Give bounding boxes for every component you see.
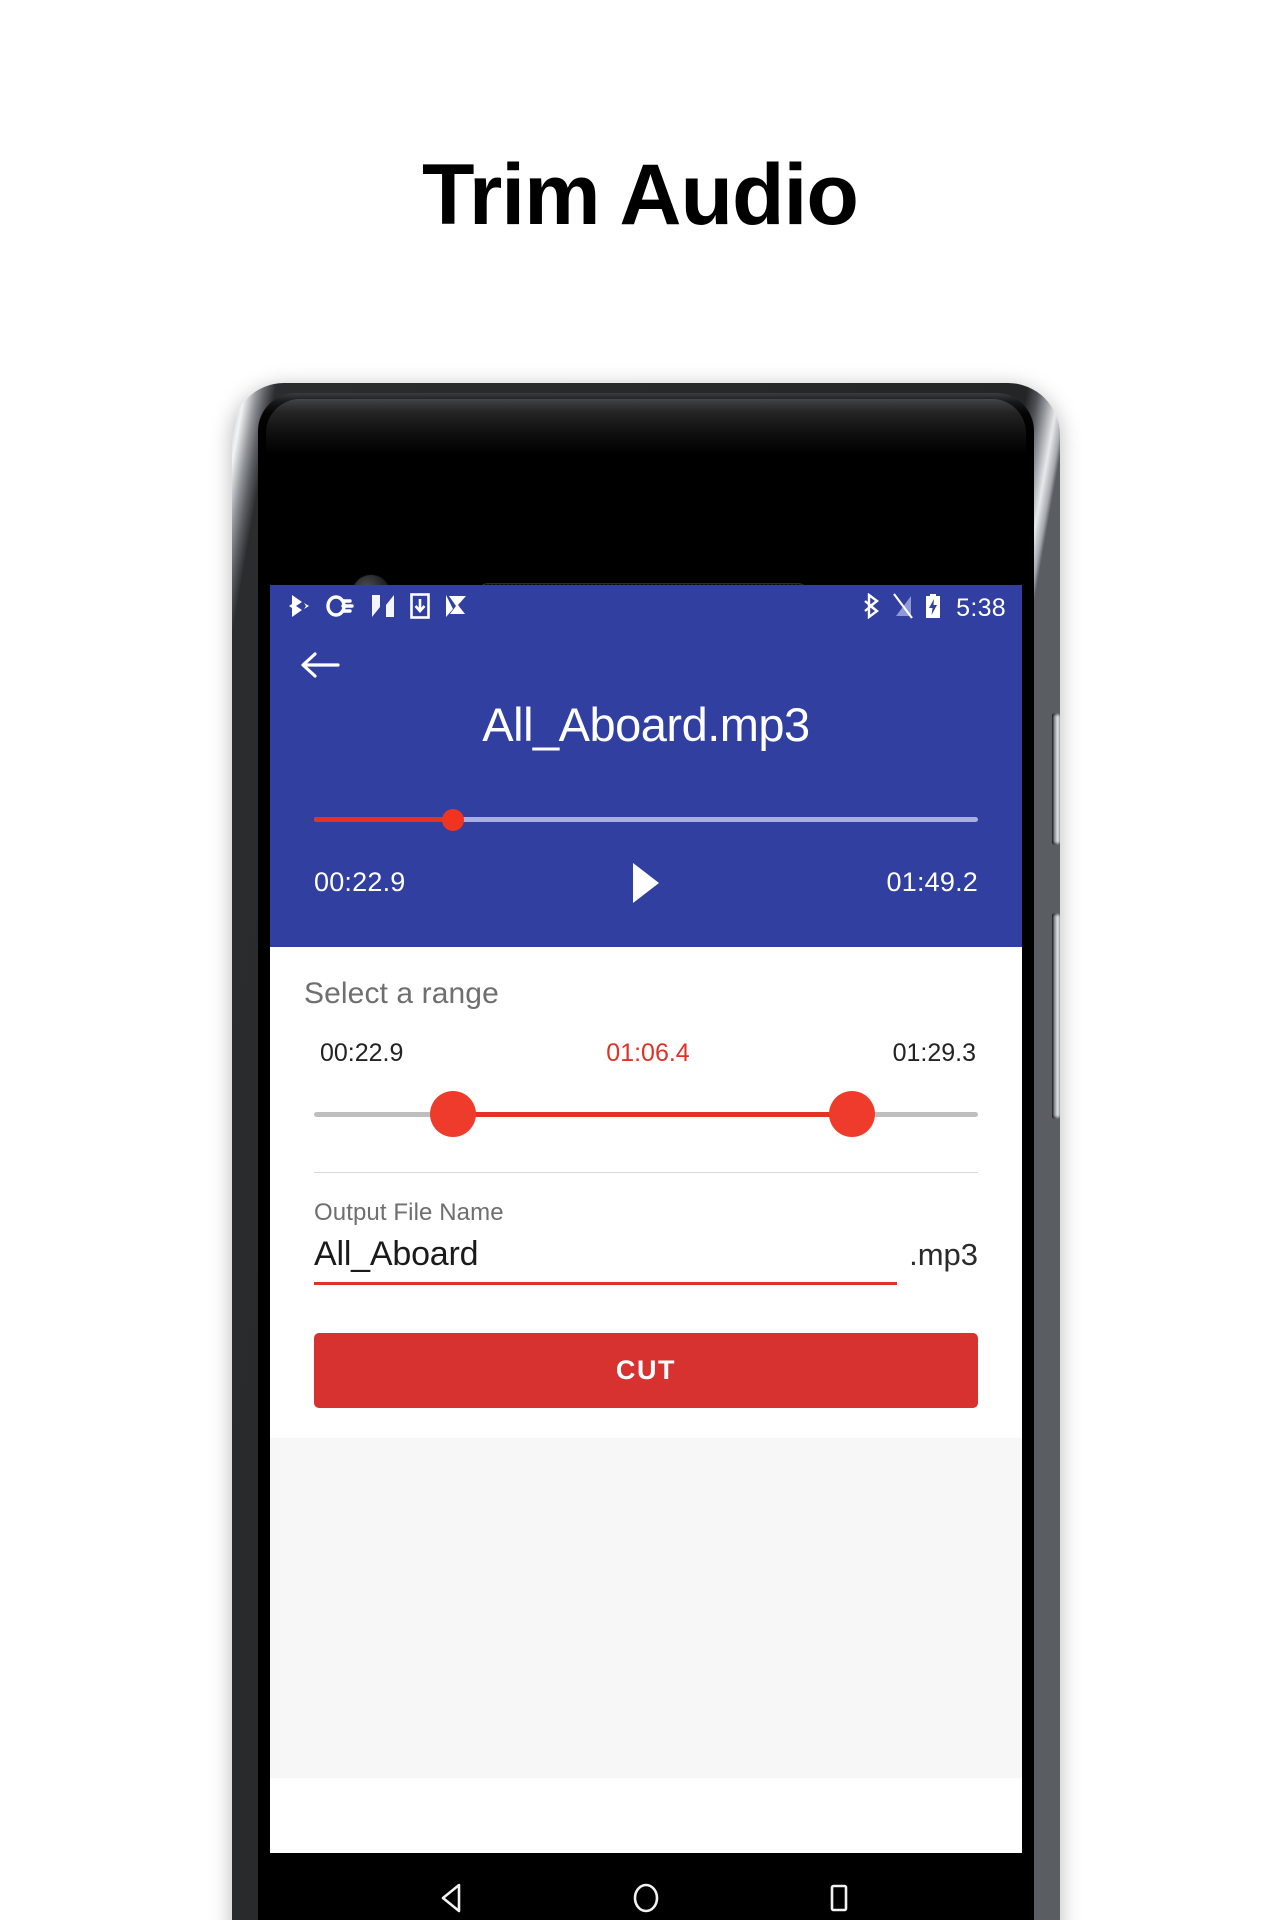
range-slider-thumb-start[interactable] [430, 1090, 477, 1137]
app-bar: All_Aboard.mp3 00:22.9 01:49.2 [270, 631, 1022, 947]
output-file-name-underline [314, 1281, 898, 1285]
range-slider-fill [453, 1111, 852, 1117]
download-icon [410, 592, 430, 624]
playback-slider[interactable] [314, 807, 978, 831]
status-bar-left-icons [288, 592, 470, 624]
volume-button[interactable] [1052, 913, 1060, 1119]
android-nav-bar [270, 1853, 1022, 1920]
output-file-extension: .mp3 [909, 1236, 978, 1272]
playback-slider-fill [314, 816, 454, 822]
nav-back-icon[interactable] [418, 1863, 488, 1920]
play-button[interactable] [454, 861, 838, 905]
page-title: Trim Audio [422, 147, 859, 243]
range-time-labels: 00:22.9 01:06.4 01:29.3 [314, 1039, 978, 1068]
trim-panel: Select a range 00:22.9 01:06.4 01:29.3 O… [270, 946, 1022, 1778]
playback-slider-thumb[interactable] [442, 808, 465, 831]
nav-home-icon[interactable] [611, 1863, 681, 1920]
select-range-heading: Select a range [304, 976, 499, 1010]
range-slider[interactable] [314, 1088, 978, 1140]
no-signal-icon [893, 592, 914, 624]
nfc-n-icon [370, 593, 396, 624]
playback-current-time: 00:22.9 [314, 867, 406, 898]
power-button[interactable] [1052, 713, 1060, 845]
output-file-name-input-wrap [314, 1234, 898, 1285]
output-file-name-row: .mp3 [314, 1234, 978, 1285]
back-arrow-icon[interactable] [294, 639, 346, 691]
phone-device-frame: 5:38 All_Aboard.mp3 00:22.9 01:49.2 Sele… [232, 383, 1060, 1920]
bluetooth-icon [864, 592, 882, 624]
battery-charging-icon [924, 593, 942, 624]
phone-screen: 5:38 All_Aboard.mp3 00:22.9 01:49.2 Sele… [270, 585, 1022, 1853]
range-slider-thumb-end[interactable] [828, 1090, 875, 1137]
range-end-time: 01:29.3 [892, 1038, 977, 1067]
playback-total-time: 01:49.2 [886, 867, 978, 898]
section-divider [314, 1171, 978, 1173]
link-icon [326, 593, 356, 624]
status-bar: 5:38 [270, 585, 1022, 631]
status-bar-clock: 5:38 [956, 593, 1006, 622]
cut-button[interactable]: CUT [314, 1332, 978, 1408]
panel-empty-area [270, 1437, 1022, 1778]
nav-recents-icon[interactable] [804, 1863, 874, 1920]
playback-controls-row: 00:22.9 01:49.2 [314, 853, 978, 913]
range-current-time: 01:06.4 [606, 1038, 690, 1067]
page-root: Trim Audio 5:38 All_Aboard.mp3 00:22.9 0… [0, 0, 1280, 1920]
range-start-time: 00:22.9 [320, 1038, 404, 1067]
app-bar-spacer [270, 913, 1022, 947]
output-file-name-input[interactable] [314, 1234, 898, 1282]
status-bar-right-icons: 5:38 [864, 592, 1006, 624]
output-file-name-label: Output File Name [314, 1198, 504, 1226]
bluetooth-share-icon [288, 593, 312, 624]
checkmark-flag-icon [444, 593, 470, 624]
audio-file-title: All_Aboard.mp3 [482, 698, 810, 751]
